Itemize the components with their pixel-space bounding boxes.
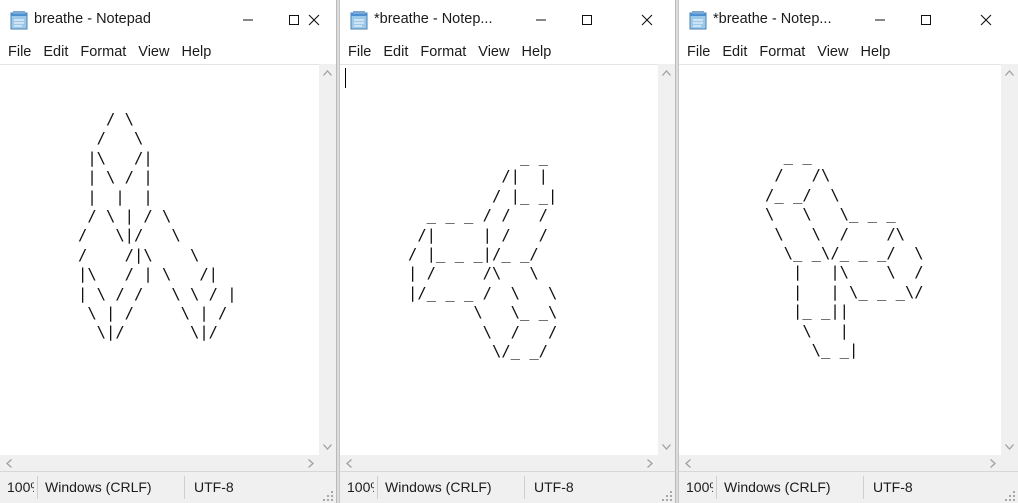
- scroll-up-icon[interactable]: [658, 64, 675, 81]
- menu-edit[interactable]: Edit: [37, 40, 74, 64]
- menu-format[interactable]: Format: [74, 40, 132, 64]
- menu-edit[interactable]: Edit: [377, 40, 414, 64]
- menu-help[interactable]: Help: [854, 40, 896, 64]
- minimize-button[interactable]: [518, 0, 564, 40]
- editor-text: _ _ / /\ /_ _/ \ \ \ \_ _ _ \ \ / /\ \_ …: [765, 147, 924, 360]
- maximize-button[interactable]: [564, 0, 610, 40]
- menu-edit[interactable]: Edit: [716, 40, 753, 64]
- menu-file[interactable]: File: [342, 40, 377, 64]
- close-button[interactable]: [963, 0, 1009, 40]
- title-bar[interactable]: *breathe - Notep...: [679, 0, 1018, 40]
- status-zoom: 100%: [686, 479, 713, 495]
- scrollbar-corner: [319, 455, 336, 472]
- status-line-ending: Windows (CRLF): [724, 479, 831, 495]
- title-bar[interactable]: breathe - Notepad: [0, 0, 336, 40]
- notepad-window-1[interactable]: breathe - Notepad File Edit Format View …: [0, 0, 337, 503]
- status-encoding: UTF-8: [534, 479, 574, 495]
- notepad-icon: [350, 10, 368, 30]
- window-title: *breathe - Notep...: [374, 11, 493, 27]
- status-divider: [716, 476, 717, 499]
- minimize-icon: [242, 14, 254, 26]
- close-button[interactable]: [291, 0, 336, 40]
- scrollbar-corner: [658, 455, 675, 472]
- menu-bar: File Edit Format View Help: [0, 40, 336, 64]
- close-button[interactable]: [624, 0, 670, 40]
- menu-view[interactable]: View: [811, 40, 854, 64]
- scroll-left-icon[interactable]: [340, 455, 357, 472]
- horizontal-scrollbar[interactable]: [679, 455, 1001, 472]
- status-bar: 100% Windows (CRLF) UTF-8: [679, 471, 1018, 503]
- minimize-icon: [874, 14, 886, 26]
- scroll-down-icon[interactable]: [1001, 438, 1018, 455]
- menu-view[interactable]: View: [132, 40, 175, 64]
- horizontal-scrollbar[interactable]: [340, 455, 658, 472]
- menu-bar: File Edit Format View Help: [679, 40, 1018, 64]
- vertical-scrollbar[interactable]: [658, 64, 675, 455]
- status-line-ending: Windows (CRLF): [45, 479, 152, 495]
- close-icon: [308, 14, 320, 26]
- minimize-button[interactable]: [225, 0, 271, 40]
- status-bar: 100% Windows (CRLF) UTF-8: [340, 471, 675, 503]
- scrollbar-corner: [1001, 455, 1018, 472]
- status-divider: [377, 476, 378, 499]
- status-divider: [863, 476, 864, 499]
- notepad-icon: [10, 10, 28, 30]
- status-zoom: 100%: [347, 479, 374, 495]
- status-encoding: UTF-8: [194, 479, 234, 495]
- text-editor[interactable]: _ _ /| | / |_ _| _ _ _ / / / /| | / / / …: [340, 64, 658, 455]
- scroll-right-icon[interactable]: [302, 455, 319, 472]
- notepad-icon: [689, 10, 707, 30]
- editor-text: / \ / \ |\ /| | \ / | | | | / \ | / \ / …: [78, 110, 237, 342]
- scroll-left-icon[interactable]: [0, 455, 17, 472]
- maximize-button[interactable]: [903, 0, 949, 40]
- text-caret: [345, 68, 346, 88]
- scroll-down-icon[interactable]: [658, 438, 675, 455]
- status-zoom: 100%: [7, 479, 34, 495]
- resize-grip-icon[interactable]: [661, 489, 673, 501]
- scroll-left-icon[interactable]: [679, 455, 696, 472]
- close-icon: [980, 14, 992, 26]
- resize-grip-icon[interactable]: [322, 489, 334, 501]
- menu-file[interactable]: File: [681, 40, 716, 64]
- status-encoding: UTF-8: [873, 479, 913, 495]
- resize-grip-icon[interactable]: [1004, 489, 1016, 501]
- maximize-icon: [920, 14, 932, 26]
- close-icon: [641, 14, 653, 26]
- menu-view[interactable]: View: [472, 40, 515, 64]
- title-bar[interactable]: *breathe - Notep...: [340, 0, 675, 40]
- menu-help[interactable]: Help: [515, 40, 557, 64]
- notepad-window-2[interactable]: *breathe - Notep... File Edit Format Vie…: [339, 0, 676, 503]
- window-title: breathe - Notepad: [34, 11, 151, 27]
- menu-bar: File Edit Format View Help: [340, 40, 675, 64]
- notepad-window-3[interactable]: *breathe - Notep... File Edit Format Vie…: [678, 0, 1018, 503]
- window-title: *breathe - Notep...: [713, 11, 832, 27]
- editor-text: _ _ /| | / |_ _| _ _ _ / / / /| | / / / …: [408, 148, 558, 361]
- minimize-button[interactable]: [857, 0, 903, 40]
- vertical-scrollbar[interactable]: [1001, 64, 1018, 455]
- status-divider: [184, 476, 185, 499]
- status-bar: 100% Windows (CRLF) UTF-8: [0, 471, 336, 503]
- scroll-right-icon[interactable]: [984, 455, 1001, 472]
- status-divider: [37, 476, 38, 499]
- scroll-right-icon[interactable]: [641, 455, 658, 472]
- scroll-up-icon[interactable]: [1001, 64, 1018, 81]
- desktop: breathe - Notepad File Edit Format View …: [0, 0, 1018, 503]
- menu-help[interactable]: Help: [175, 40, 217, 64]
- text-editor[interactable]: _ _ / /\ /_ _/ \ \ \ \_ _ _ \ \ / /\ \_ …: [679, 64, 1001, 455]
- menu-format[interactable]: Format: [753, 40, 811, 64]
- minimize-icon: [535, 14, 547, 26]
- horizontal-scrollbar[interactable]: [0, 455, 319, 472]
- menu-format[interactable]: Format: [414, 40, 472, 64]
- scroll-up-icon[interactable]: [319, 64, 336, 81]
- status-line-ending: Windows (CRLF): [385, 479, 492, 495]
- scroll-down-icon[interactable]: [319, 438, 336, 455]
- menu-file[interactable]: File: [2, 40, 37, 64]
- vertical-scrollbar[interactable]: [319, 64, 336, 455]
- text-editor[interactable]: / \ / \ |\ /| | \ / | | | | / \ | / \ / …: [0, 64, 319, 455]
- status-divider: [524, 476, 525, 499]
- maximize-icon: [581, 14, 593, 26]
